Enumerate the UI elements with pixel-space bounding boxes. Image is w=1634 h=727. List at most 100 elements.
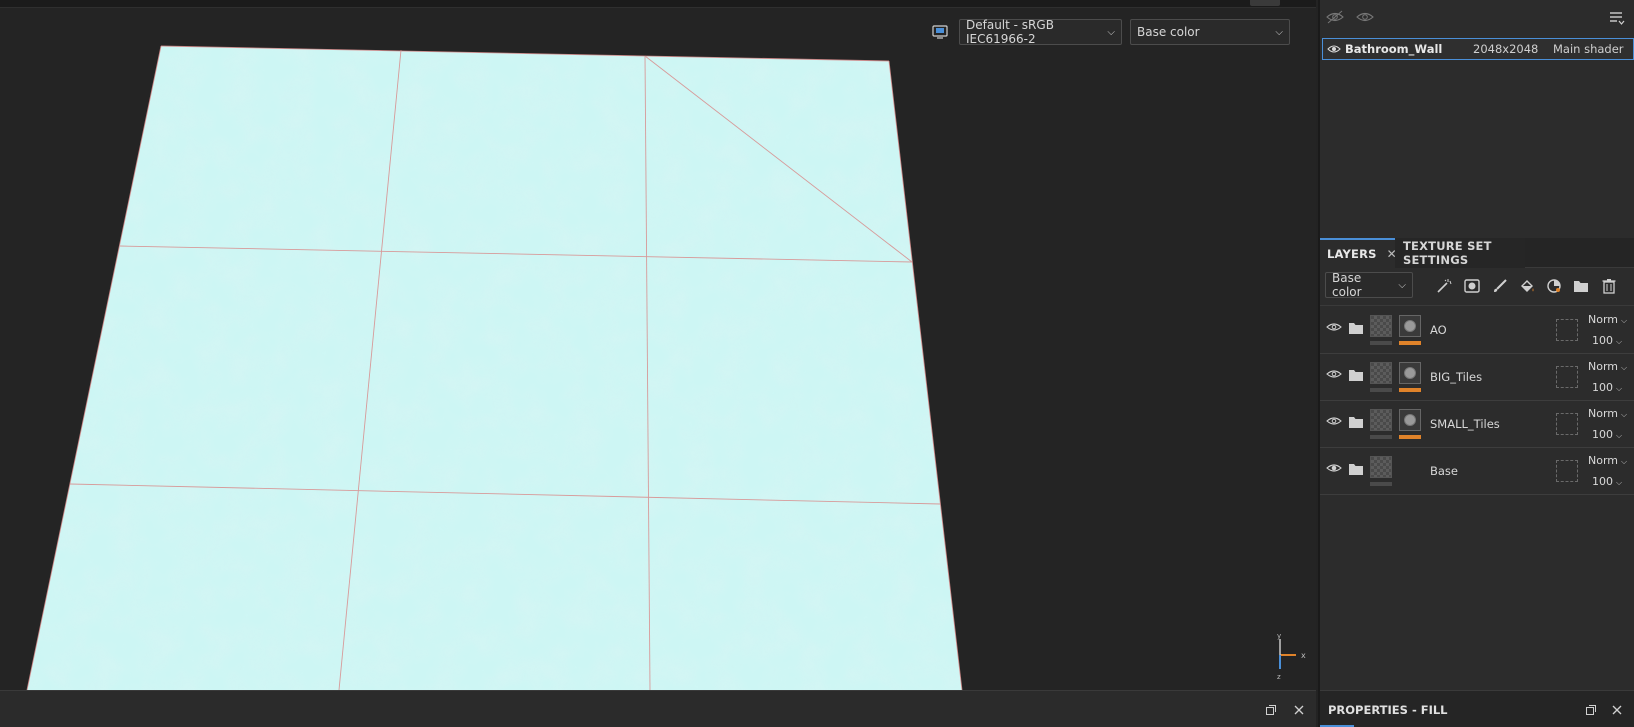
maximize-icon[interactable] <box>1584 703 1598 717</box>
mask-dot-icon <box>1404 320 1416 332</box>
properties-title: PROPERTIES - FILL <box>1328 703 1448 717</box>
opacity-value: 100 <box>1592 334 1613 347</box>
folder-icon <box>1348 463 1364 479</box>
layers-channel-value: Base color <box>1332 271 1362 299</box>
eye-outline-icon[interactable] <box>1326 415 1342 429</box>
blend-preview <box>1556 460 1578 482</box>
layer-row-small-tiles[interactable]: SMALL_Tiles Norm ⌵ 100 ⌵ <box>1320 401 1634 448</box>
layer-thumbnail-bar <box>1370 341 1392 345</box>
opacity-dropdown[interactable]: 100 ⌵ <box>1592 334 1622 347</box>
magic-wand-icon[interactable] <box>1434 276 1454 296</box>
opacity-value: 100 <box>1592 428 1613 441</box>
folder-icon[interactable] <box>1571 276 1591 296</box>
app-window: Default - sRGB IEC61966-2 ⌵ Base color ⌵… <box>0 0 1634 727</box>
opacity-value: 100 <box>1592 381 1613 394</box>
blend-mode-dropdown[interactable]: Norm ⌵ <box>1588 360 1627 373</box>
blend-mode-dropdown[interactable]: Norm ⌵ <box>1588 407 1627 420</box>
eye-outline-icon[interactable] <box>1326 368 1342 382</box>
blend-mode-value: Norm <box>1588 360 1619 373</box>
show-all-icon[interactable] <box>1356 10 1374 26</box>
layer-row-base[interactable]: Base Norm ⌵ 100 ⌵ <box>1320 448 1634 495</box>
chevron-down-icon: ⌵ <box>1621 363 1628 372</box>
layer-thumbnail-bar <box>1370 482 1392 486</box>
chevron-down-icon: ⌵ <box>1107 26 1115 38</box>
folder-icon <box>1348 416 1364 432</box>
texture-set-list-header <box>1320 0 1634 36</box>
layer-name: Base <box>1430 464 1459 478</box>
layer-thumbnail[interactable] <box>1370 456 1392 478</box>
folder-icon <box>1348 369 1364 385</box>
textured-wall-mesh[interactable] <box>0 0 1316 690</box>
folder-icon <box>1348 322 1364 338</box>
mask-indicator-bar <box>1399 435 1421 439</box>
properties-panel-header: PROPERTIES - FILL <box>1320 690 1634 727</box>
fill-bucket-icon[interactable] <box>1517 276 1537 296</box>
layer-thumbnail-bar <box>1370 388 1392 392</box>
opacity-dropdown[interactable]: 100 ⌵ <box>1592 381 1622 394</box>
bottom-dock-bar <box>0 690 1316 727</box>
trash-icon[interactable] <box>1599 276 1619 296</box>
layer-mask-thumbnail[interactable] <box>1399 315 1421 337</box>
layer-name: SMALL_Tiles <box>1430 417 1500 431</box>
axis-y-label: y <box>1277 633 1281 640</box>
axis-x-label: x <box>1301 651 1306 660</box>
smart-material-icon[interactable] <box>1544 276 1564 296</box>
brush-icon[interactable] <box>1490 276 1510 296</box>
layer-row-ao[interactable]: AO Norm ⌵ 100 ⌵ <box>1320 307 1634 354</box>
chevron-down-icon: ⌵ <box>1616 384 1623 393</box>
blend-preview <box>1556 413 1578 435</box>
chevron-down-icon: ⌵ <box>1621 316 1628 325</box>
list-menu-icon[interactable] <box>1608 10 1626 26</box>
mask-dot-icon <box>1404 367 1416 379</box>
layers-toolbar: Base color ⌵ <box>1320 268 1634 306</box>
layer-mask-thumbnail[interactable] <box>1399 409 1421 431</box>
viewport-channel-value: Base color <box>1137 25 1200 39</box>
close-icon[interactable] <box>1292 703 1306 717</box>
layers-channel-dropdown[interactable]: Base color ⌵ <box>1325 271 1413 299</box>
mask-indicator-bar <box>1399 341 1421 345</box>
layer-thumbnail[interactable] <box>1370 315 1392 337</box>
blend-preview <box>1556 366 1578 388</box>
blend-mode-dropdown[interactable]: Norm ⌵ <box>1588 313 1627 326</box>
axis-gizmo[interactable]: x y z <box>1272 632 1312 684</box>
display-settings-icon[interactable] <box>929 21 951 43</box>
tab-layers[interactable]: LAYERS ✕ <box>1320 238 1397 268</box>
axis-z-label: z <box>1277 673 1281 681</box>
eye-icon[interactable] <box>1323 44 1345 54</box>
mask-icon[interactable] <box>1462 276 1482 296</box>
maximize-icon[interactable] <box>1264 703 1278 717</box>
panel-tabs: LAYERS ✕ TEXTURE SET SETTINGS <box>1320 238 1634 268</box>
layer-thumbnail[interactable] <box>1370 362 1392 384</box>
3d-viewport[interactable]: Default - sRGB IEC61966-2 ⌵ Base color ⌵… <box>0 0 1316 690</box>
blend-mode-value: Norm <box>1588 407 1619 420</box>
texture-set-shader: Main shader <box>1553 42 1624 56</box>
viewport-channel-dropdown[interactable]: Base color ⌵ <box>1130 19 1290 45</box>
opacity-dropdown[interactable]: 100 ⌵ <box>1592 475 1622 488</box>
chevron-down-icon: ⌵ <box>1616 478 1623 487</box>
layer-mask-thumbnail[interactable] <box>1399 362 1421 384</box>
colorspace-dropdown[interactable]: Default - sRGB IEC61966-2 ⌵ <box>959 18 1122 46</box>
layer-name: AO <box>1430 323 1447 337</box>
blend-mode-value: Norm <box>1588 454 1619 467</box>
chevron-down-icon: ⌵ <box>1621 457 1628 466</box>
blend-preview <box>1556 319 1578 341</box>
layer-name: BIG_Tiles <box>1430 370 1483 384</box>
eye-outline-icon[interactable] <box>1326 321 1342 335</box>
colorspace-value: Default - sRGB IEC61966-2 <box>966 18 1054 46</box>
mask-indicator-bar <box>1399 388 1421 392</box>
chevron-down-icon: ⌵ <box>1616 337 1623 346</box>
layer-row-big-tiles[interactable]: BIG_Tiles Norm ⌵ 100 ⌵ <box>1320 354 1634 401</box>
eye-icon[interactable] <box>1326 462 1342 476</box>
tab-texture-set-settings[interactable]: TEXTURE SET SETTINGS <box>1395 238 1525 268</box>
layer-thumbnail[interactable] <box>1370 409 1392 431</box>
texture-set-row[interactable]: Bathroom_Wall 2048x2048 Main shader <box>1322 38 1634 60</box>
opacity-value: 100 <box>1592 475 1613 488</box>
hide-all-icon[interactable] <box>1326 10 1344 26</box>
tab-layers-label: LAYERS <box>1327 247 1377 261</box>
texture-set-name: Bathroom_Wall <box>1345 42 1443 56</box>
blend-mode-value: Norm <box>1588 313 1619 326</box>
close-icon[interactable] <box>1610 703 1624 717</box>
tab-texture-set-settings-label: TEXTURE SET SETTINGS <box>1403 239 1492 267</box>
opacity-dropdown[interactable]: 100 ⌵ <box>1592 428 1622 441</box>
blend-mode-dropdown[interactable]: Norm ⌵ <box>1588 454 1627 467</box>
